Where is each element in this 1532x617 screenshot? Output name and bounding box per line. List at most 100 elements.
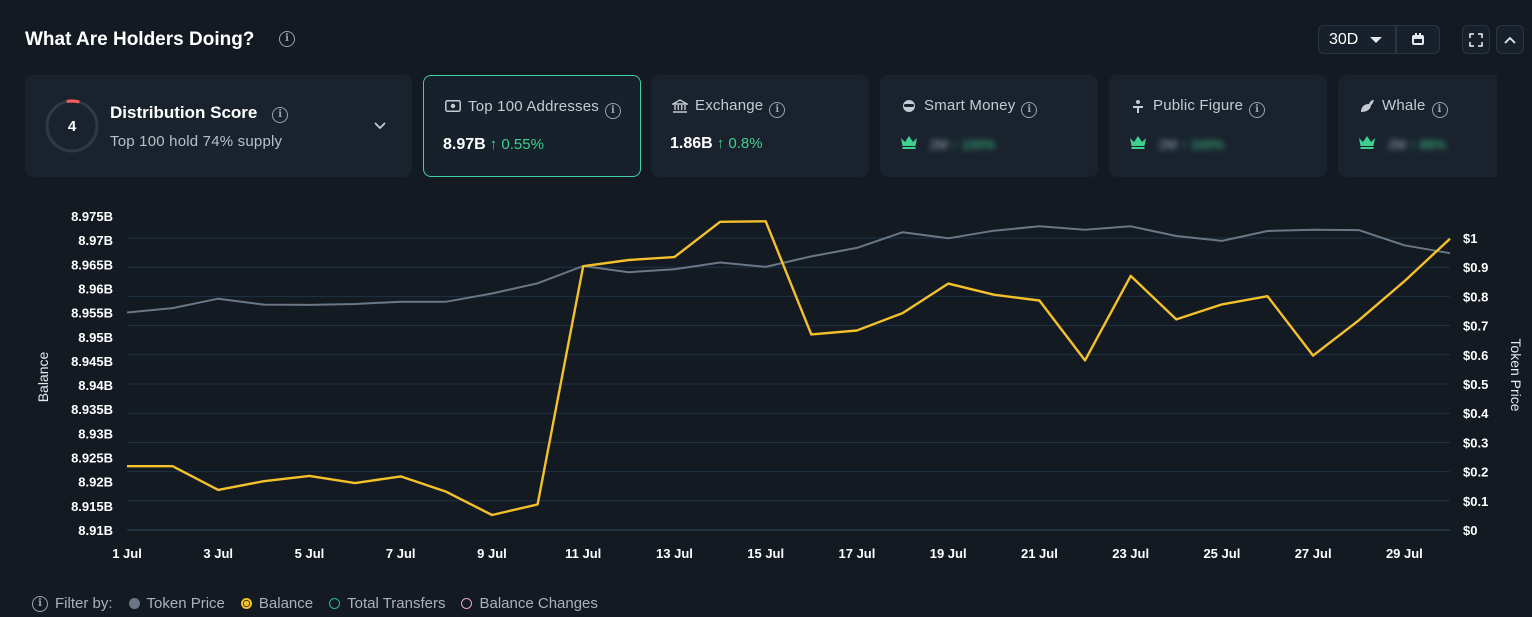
chevron-up-icon	[1504, 36, 1516, 44]
card-label-text: Top 100 Addresses	[468, 98, 599, 115]
distribution-score-card[interactable]: 4	[25, 75, 412, 177]
x-tick-label: 15 Jul	[747, 546, 784, 561]
score-value: 4	[67, 118, 77, 135]
change-text: ↑ 0.8%	[716, 135, 763, 152]
holders-panel: What Are Holders Doing? i 30D 4 Distribu…	[0, 0, 1532, 617]
x-tick-label: 27 Jul	[1295, 546, 1332, 561]
public-figure-card[interactable]: Public Figure i 2M ↑ 100%	[1109, 75, 1327, 177]
chart-grid	[127, 237, 1450, 531]
card-label-text: Public Figure	[1153, 97, 1244, 114]
time-range-dropdown[interactable]: 30D	[1318, 25, 1396, 54]
x-tick-label: 29 Jul	[1386, 546, 1423, 561]
distribution-title-text: Distribution Score	[110, 103, 258, 122]
x-tick-label: 5 Jul	[295, 546, 325, 561]
whale-card[interactable]: Whale i 2M ↑ 86%	[1338, 75, 1497, 177]
panel-title-text: What Are Holders Doing?	[25, 29, 255, 50]
distribution-score-title: Distribution Score i	[110, 103, 289, 123]
fullscreen-button[interactable]	[1462, 25, 1490, 54]
chevron-down-icon[interactable]	[373, 121, 387, 131]
right-tick-label: $0	[1463, 523, 1477, 538]
x-tick-label: 13 Jul	[656, 546, 693, 561]
filter-item-label: Balance	[258, 595, 314, 612]
left-tick-label: 8.915B	[71, 499, 113, 514]
change-text: ↑ 0.55%	[489, 136, 544, 153]
info-icon[interactable]: i	[1021, 102, 1038, 118]
right-tick-label: $0.7	[1463, 319, 1488, 334]
card-label-text: Exchange	[695, 97, 764, 114]
left-tick-label: 8.92B	[78, 475, 113, 490]
caret-down-icon	[1370, 36, 1383, 43]
left-tick-label: 8.93B	[78, 426, 113, 441]
smart-money-card[interactable]: Smart Money i 2M ↑ 100%	[880, 75, 1098, 177]
left-tick-label: 8.91B	[78, 523, 113, 538]
left-tick-label: 8.955B	[71, 306, 113, 321]
balance-dot	[240, 598, 252, 609]
left-tick-label: 8.94B	[78, 378, 113, 393]
change-text: ↑ 86%	[1409, 137, 1446, 152]
x-tick-label: 25 Jul	[1203, 546, 1240, 561]
card-label-text: Whale	[1382, 97, 1426, 114]
bank-icon	[672, 99, 688, 113]
whale-icon	[1361, 100, 1374, 112]
right-tick-label: $0.6	[1463, 348, 1488, 363]
right-axis-ticks: $0 $0.1 $0.2 $0.3 $0.4 $0.5 $0.6 $0.7 $0.8 $0.9 $1	[1463, 231, 1489, 538]
holders-chart: 8.91B 8.915B 8.92B 8.925B 8.93B 8.935B 8.94B 8.…	[35, 209, 1524, 561]
value-text: 2M	[1159, 137, 1178, 152]
calendar-button[interactable]	[1396, 25, 1440, 54]
exchange-card[interactable]: Exchange i 1.86B ↑ 0.8%	[651, 75, 869, 177]
right-tick-label: $1	[1463, 231, 1477, 246]
x-tick-label: 9 Jul	[477, 546, 507, 561]
series-line-balance	[127, 220, 1451, 517]
change-text: ↑ 100%	[1180, 137, 1225, 152]
x-axis-ticks: 1 Jul 3 Jul 5 Jul 7 Jul 9 Jul 11 Jul 13 Jul 15 …	[112, 546, 1423, 561]
left-tick-label: 8.935B	[71, 402, 113, 417]
panel-title: What Are Holders Doing? i	[25, 29, 295, 51]
distribution-subtitle: Top 100 hold 74% supply	[110, 133, 283, 150]
info-icon[interactable]: i	[1249, 102, 1266, 118]
left-axis-ticks: 8.91B 8.915B 8.92B 8.925B 8.93B 8.935B 8.94B 8.…	[71, 209, 113, 538]
card-label: Smart Money i	[924, 97, 1038, 118]
info-icon[interactable]: i	[1431, 102, 1448, 118]
left-tick-label: 8.945B	[71, 354, 113, 369]
filter-token-price[interactable]: Token Price	[128, 595, 225, 612]
info-icon[interactable]: i	[32, 595, 48, 612]
info-icon[interactable]: i	[279, 31, 295, 47]
public-figure-icon	[1133, 100, 1143, 113]
right-tick-label: $0.4	[1463, 406, 1489, 421]
x-tick-label: 23 Jul	[1112, 546, 1149, 561]
crown-icon	[1359, 136, 1375, 149]
right-tick-label: $0.9	[1463, 260, 1488, 275]
filter-total-transfers[interactable]: Total Transfers	[329, 595, 445, 612]
filter-balance[interactable]: Balance	[240, 595, 314, 612]
crown-icon	[901, 136, 917, 149]
value-text: 2M	[1388, 137, 1407, 152]
filter-balance-changes[interactable]: Balance Changes	[461, 595, 598, 612]
card-label: Public Figure i	[1153, 97, 1266, 118]
left-tick-label: 8.965B	[71, 257, 113, 272]
left-tick-label: 8.975B	[71, 209, 113, 224]
info-icon[interactable]: i	[605, 103, 621, 119]
info-icon[interactable]: i	[769, 102, 786, 118]
chart-lines	[126, 220, 1451, 517]
x-tick-label: 19 Jul	[930, 546, 967, 561]
filter-item-label: Total Transfers	[347, 595, 446, 612]
filter-item-label: Token Price	[146, 595, 225, 612]
right-tick-label: $0.5	[1463, 377, 1488, 392]
value-text: 2M	[930, 137, 949, 152]
info-icon[interactable]: i	[272, 107, 289, 123]
card-label: Exchange i	[695, 97, 786, 118]
locked-value: 2M ↑ 100%	[1159, 137, 1249, 152]
top-100-addresses-card[interactable]: Top 100 Addresses i 8.97B ↑ 0.55%	[423, 75, 641, 177]
collapse-button[interactable]	[1496, 25, 1524, 54]
token-price-dot	[128, 598, 140, 609]
right-tick-label: $0.3	[1463, 435, 1488, 450]
fullscreen-icon	[1469, 32, 1483, 47]
locked-value: 2M ↑ 100%	[930, 137, 1020, 152]
filter-label: i Filter by:	[32, 595, 113, 612]
change-text: ↑ 100%	[951, 137, 996, 152]
card-label: Top 100 Addresses i	[468, 98, 621, 119]
right-axis-label: Token Price	[1508, 338, 1524, 411]
right-tick-label: $0.2	[1463, 465, 1488, 480]
card-value: 8.97B ↑ 0.55%	[443, 136, 544, 154]
right-tick-label: $0.1	[1463, 494, 1488, 509]
